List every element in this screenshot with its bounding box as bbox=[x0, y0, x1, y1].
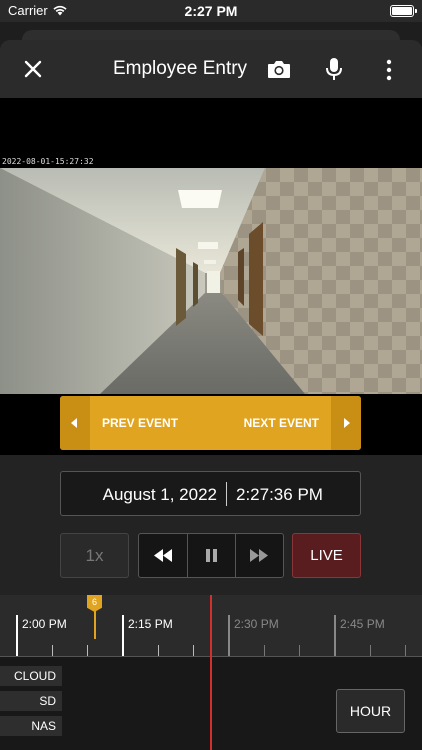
live-button[interactable]: LIVE bbox=[292, 533, 361, 578]
next-event-button[interactable]: NEXT EVENT bbox=[244, 416, 319, 430]
datetime-divider bbox=[226, 482, 227, 506]
transport-buttons bbox=[138, 533, 284, 578]
video-player[interactable]: 2022-08-01-15:27:32 PREV EVENT NEXT EVEN… bbox=[0, 98, 422, 455]
rewind-icon[interactable] bbox=[139, 534, 187, 577]
camera-title: Employee Entry bbox=[112, 58, 248, 79]
timeline-major-tick bbox=[122, 615, 124, 657]
chevron-right-icon bbox=[344, 418, 350, 428]
header-bar: Employee Entry bbox=[0, 40, 422, 98]
timeline-label: 2:00 PM bbox=[22, 617, 67, 631]
camera-feed-image bbox=[0, 168, 422, 394]
camera-icon[interactable] bbox=[266, 57, 292, 81]
playback-date: August 1, 2022 bbox=[102, 485, 217, 504]
timeline[interactable]: 2:00 PM 2:15 PM 2:30 PM 2:45 PM 6 CLOUD … bbox=[0, 595, 422, 750]
prev-event-button[interactable]: PREV EVENT bbox=[102, 416, 178, 430]
fast-forward-icon[interactable] bbox=[236, 534, 283, 577]
event-marker-line bbox=[94, 611, 96, 639]
zoom-hour-button[interactable]: HOUR bbox=[336, 689, 405, 733]
timeline-playhead[interactable] bbox=[210, 595, 212, 750]
event-navigator: PREV EVENT NEXT EVENT bbox=[60, 396, 361, 450]
status-bar: Carrier 2:27 PM bbox=[0, 0, 422, 22]
more-vertical-icon[interactable] bbox=[382, 57, 396, 83]
timeline-major-tick bbox=[16, 615, 18, 657]
microphone-icon[interactable] bbox=[325, 56, 343, 82]
playback-time: 2:27:36 PM bbox=[236, 485, 323, 504]
timeline-major-tick bbox=[228, 615, 230, 657]
playback-controls: August 1, 2022 2:27:36 PM 1x LIVE bbox=[0, 455, 422, 595]
source-nas-label: NAS bbox=[0, 716, 62, 736]
chevron-left-icon bbox=[71, 418, 77, 428]
speed-button[interactable]: 1x bbox=[60, 533, 129, 578]
datetime-picker[interactable]: August 1, 2022 2:27:36 PM bbox=[60, 471, 361, 516]
battery-icon bbox=[390, 5, 417, 17]
timeline-major-tick bbox=[334, 615, 336, 657]
event-count-badge[interactable]: 6 bbox=[87, 595, 102, 612]
prev-event-arrow-button[interactable] bbox=[60, 396, 90, 450]
status-time: 2:27 PM bbox=[184, 3, 238, 19]
pause-icon[interactable] bbox=[188, 534, 235, 577]
timeline-label: 2:30 PM bbox=[234, 617, 279, 631]
timeline-label: 2:45 PM bbox=[340, 617, 385, 631]
video-timestamp: 2022-08-01-15:27:32 bbox=[2, 157, 94, 166]
next-event-arrow-button[interactable] bbox=[331, 396, 361, 450]
source-sd-label: SD bbox=[0, 691, 62, 711]
close-icon[interactable] bbox=[20, 56, 46, 82]
timeline-label: 2:15 PM bbox=[128, 617, 173, 631]
source-cloud-label: CLOUD bbox=[0, 666, 62, 686]
